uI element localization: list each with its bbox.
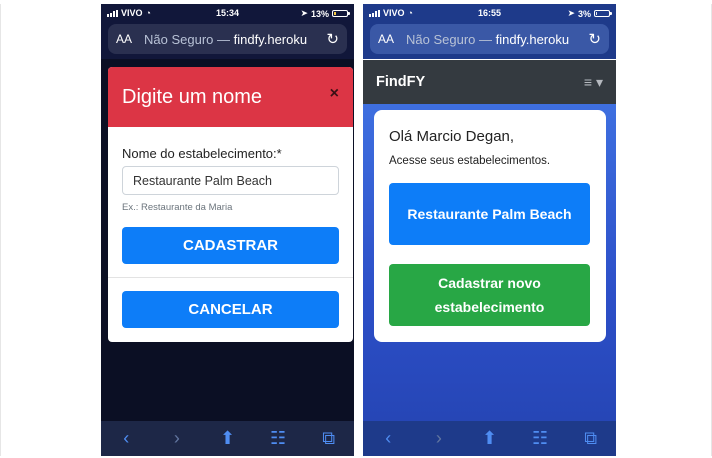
address-bar[interactable]: AA Não Seguro — findfy.heroku ↻ — [370, 24, 609, 54]
reader-text-size-button[interactable]: AA — [378, 32, 394, 46]
battery-percent: 13% — [310, 8, 329, 19]
bookmarks-icon[interactable]: ☷ — [525, 428, 555, 449]
reload-icon[interactable]: ↻ — [588, 30, 601, 48]
screenshot-canvas: VIVO ◔ 15:34 ➤ 13% AA Não Seguro — findf… — [0, 0, 712, 458]
welcome-card: Olá Marcio Degan, Acesse seus estabeleci… — [374, 110, 606, 342]
close-icon[interactable]: × — [330, 85, 339, 103]
back-icon[interactable]: ‹ — [373, 428, 403, 449]
modal-title: Digite um nome — [122, 85, 263, 108]
left-phone-screen: VIVO ◔ 15:34 ➤ 13% AA Não Seguro — findf… — [101, 4, 354, 456]
url-security-label: Não Seguro — — [144, 31, 234, 47]
browser-toolbar: ‹ › ⬆ ☷ ⧉ — [101, 421, 354, 456]
modal-header: Digite um nome × — [108, 67, 353, 127]
establishment-name-label: Nome do estabelecimento:* — [122, 146, 282, 161]
url-text[interactable]: Não Seguro — findfy.heroku — [406, 32, 584, 47]
forward-icon[interactable]: › — [424, 428, 454, 449]
reload-icon[interactable]: ↻ — [326, 30, 339, 48]
location-icon: ➤ — [567, 8, 575, 18]
share-icon[interactable]: ⬆ — [212, 428, 242, 449]
establishment-button[interactable]: Restaurante Palm Beach — [389, 183, 590, 245]
brand-logo[interactable]: FindFY — [376, 74, 425, 90]
location-icon: ➤ — [300, 8, 308, 18]
new-establishment-button[interactable]: Cadastrar novo estabelecimento — [389, 264, 590, 326]
url-security-label: Não Seguro — — [406, 31, 496, 47]
bookmarks-icon[interactable]: ☷ — [263, 428, 293, 449]
name-modal: Digite um nome × Nome do estabelecimento… — [108, 67, 353, 342]
app-navbar: FindFY ≡ ▾ — [363, 60, 616, 104]
browser-toolbar: ‹ › ⬆ ☷ ⧉ — [363, 421, 616, 456]
right-phone-screen: VIVO ◔ 16:55 ➤ 3% AA Não Seguro — findfy… — [363, 4, 616, 456]
url-text[interactable]: Não Seguro — findfy.heroku — [144, 32, 322, 47]
menu-icon[interactable]: ≡ ▾ — [584, 74, 603, 91]
greeting: Olá Marcio Degan, — [389, 128, 515, 145]
establishment-name-help: Ex.: Restaurante da Maria — [122, 202, 233, 213]
register-button[interactable]: CADASTRAR — [122, 227, 339, 264]
cancel-button[interactable]: CANCELAR — [122, 291, 339, 328]
status-bar: VIVO ◔ 16:55 ➤ 3% — [363, 4, 616, 22]
card-subtitle: Acesse seus estabelecimentos. — [389, 155, 551, 167]
share-icon[interactable]: ⬆ — [474, 428, 504, 449]
tabs-icon[interactable]: ⧉ — [576, 428, 606, 449]
establishment-name-input[interactable]: Restaurante Palm Beach — [122, 166, 339, 195]
battery-icon — [594, 10, 612, 17]
address-bar[interactable]: AA Não Seguro — findfy.heroku ↻ — [108, 24, 347, 54]
back-icon[interactable]: ‹ — [111, 428, 141, 449]
battery-icon — [332, 10, 350, 17]
battery-percent: 3% — [577, 8, 591, 19]
tabs-icon[interactable]: ⧉ — [314, 428, 344, 449]
frame-border-left — [0, 4, 1, 456]
url-host: findfy.heroku — [495, 31, 570, 47]
status-bar: VIVO ◔ 15:34 ➤ 13% — [101, 4, 354, 22]
url-host: findfy.heroku — [233, 31, 308, 47]
forward-icon[interactable]: › — [162, 428, 192, 449]
modal-divider — [108, 277, 353, 278]
reader-text-size-button[interactable]: AA — [116, 32, 132, 46]
